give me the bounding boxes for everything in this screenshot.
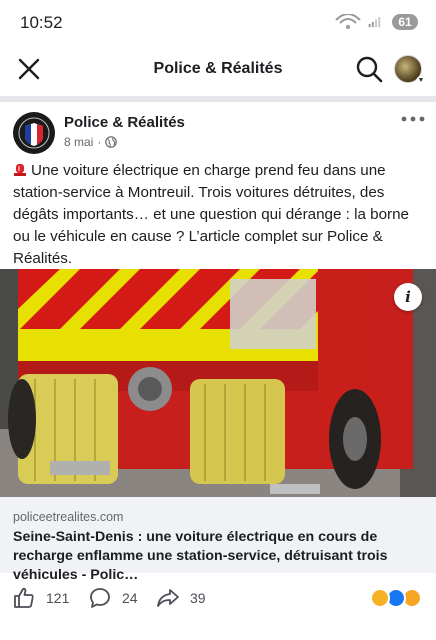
globe-icon <box>105 136 118 148</box>
reaction-summary[interactable] <box>370 588 422 608</box>
post-header: Police & Réalités 8 mai · <box>0 102 436 160</box>
action-bar: 121 24 39 <box>0 580 436 620</box>
signal-icon <box>368 16 381 28</box>
thumbs-up-icon <box>14 587 34 608</box>
app-header: Police & Réalités ▼ <box>0 46 436 92</box>
post-meta: 8 mai · <box>64 135 118 149</box>
wifi-icon <box>335 14 361 29</box>
comment-icon <box>90 588 110 608</box>
image-info-button[interactable]: i <box>394 283 422 311</box>
like-button[interactable]: 121 <box>12 586 69 610</box>
status-time: 10:52 <box>20 13 63 32</box>
post-text: Une voiture électrique en charge prend f… <box>13 162 409 267</box>
page-name[interactable]: Police & Réalités <box>64 114 185 131</box>
search-icon[interactable] <box>354 54 384 84</box>
post-image[interactable]: i <box>0 269 436 497</box>
like-count: 121 <box>46 590 70 606</box>
chevron-down-icon[interactable]: ▼ <box>416 76 426 86</box>
share-count: 39 <box>190 590 206 606</box>
comment-count: 24 <box>122 590 138 606</box>
battery-indicator: 61 <box>392 14 418 30</box>
status-bar: 10:52 61 <box>0 0 436 46</box>
link-preview[interactable]: policeetrealites.com Seine-Saint-Denis :… <box>0 497 436 583</box>
link-domain: policeetrealites.com <box>13 510 124 524</box>
comment-button[interactable]: 24 <box>88 586 138 610</box>
page-logo <box>14 113 54 153</box>
meta-separator: · <box>97 135 102 149</box>
siren-icon <box>14 164 26 176</box>
link-title[interactable]: Seine-Saint-Denis : une voiture électriq… <box>13 528 425 585</box>
page-avatar[interactable] <box>13 112 55 154</box>
post-date[interactable]: 8 mai <box>64 135 93 149</box>
more-options-icon[interactable] <box>400 112 426 126</box>
fire-truck-image <box>0 269 436 497</box>
share-button[interactable]: 39 <box>156 586 206 610</box>
status-indicators: 61 <box>334 14 418 30</box>
haha-reaction-icon <box>370 588 390 608</box>
post-body: Une voiture électrique en charge prend f… <box>13 160 425 270</box>
share-icon <box>157 589 179 607</box>
